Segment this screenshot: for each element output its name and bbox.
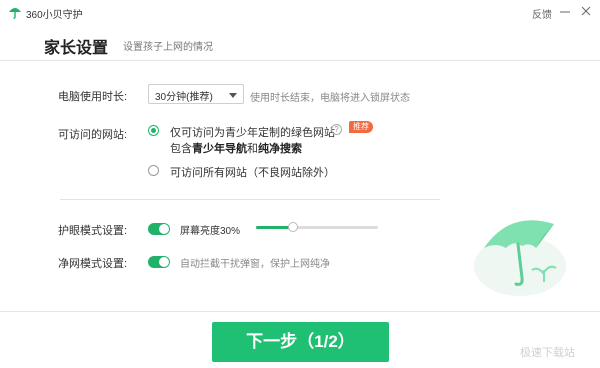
websites-option-all-radio[interactable] xyxy=(148,165,159,176)
websites-option-green-detail: 包含青少年导航和纯净搜索 xyxy=(170,140,302,156)
computer-time-value: 30分钟(推荐) xyxy=(155,92,213,103)
title-bar: 360小贝守护 反馈 xyxy=(0,0,600,24)
computer-time-select[interactable]: 30分钟(推荐) xyxy=(148,84,244,104)
close-icon[interactable] xyxy=(578,3,594,19)
pure-search-text: 纯净搜索 xyxy=(258,143,302,155)
umbrella-logo-icon xyxy=(9,8,21,19)
section-divider xyxy=(60,199,440,200)
page-subtitle: 设置孩子上网的情况 xyxy=(123,42,213,53)
eye-mode-toggle[interactable] xyxy=(148,223,170,235)
question-icon[interactable]: ? xyxy=(331,124,342,135)
recommend-badge: 推荐 xyxy=(349,121,373,133)
watermark: 极速下载站 xyxy=(520,347,575,359)
app-title: 360小贝守护 xyxy=(26,10,83,21)
websites-label: 可访问的网站: xyxy=(58,129,128,141)
websites-option-all-text[interactable]: 可访问所有网站（不良网站除外） xyxy=(170,164,335,180)
minimize-icon[interactable] xyxy=(557,3,573,19)
net-mode-toggle[interactable] xyxy=(148,256,170,268)
umbrella-illustration-icon xyxy=(474,220,566,296)
net-mode-label: 净网模式设置: xyxy=(58,258,128,270)
brightness-slider[interactable] xyxy=(256,222,378,232)
detail-and: 和 xyxy=(247,143,258,155)
chevron-down-icon xyxy=(229,93,237,98)
feedback-link[interactable]: 反馈 xyxy=(532,6,552,21)
brightness-slider-thumb[interactable] xyxy=(287,222,298,232)
brightness-label: 屏幕亮度30% xyxy=(180,226,241,237)
eye-mode-label: 护眼模式设置: xyxy=(58,225,128,237)
websites-option-green-text[interactable]: 仅可访问为青少年定制的绿色网站 xyxy=(170,124,335,140)
computer-time-label: 电脑使用时长: xyxy=(58,91,128,103)
header-divider xyxy=(0,60,600,61)
page-title: 家长设置 xyxy=(44,40,109,57)
detail-prefix: 包含 xyxy=(170,143,192,155)
youth-navigation-text: 青少年导航 xyxy=(192,143,247,155)
next-button[interactable]: 下一步（1/2） xyxy=(212,322,389,362)
net-mode-hint: 自动拦截干扰弹窗，保护上网纯净 xyxy=(180,259,330,270)
computer-time-hint: 使用时长结束，电脑将进入锁屏状态 xyxy=(250,93,410,104)
websites-option-green-radio[interactable] xyxy=(148,125,159,136)
footer-divider xyxy=(0,311,600,312)
